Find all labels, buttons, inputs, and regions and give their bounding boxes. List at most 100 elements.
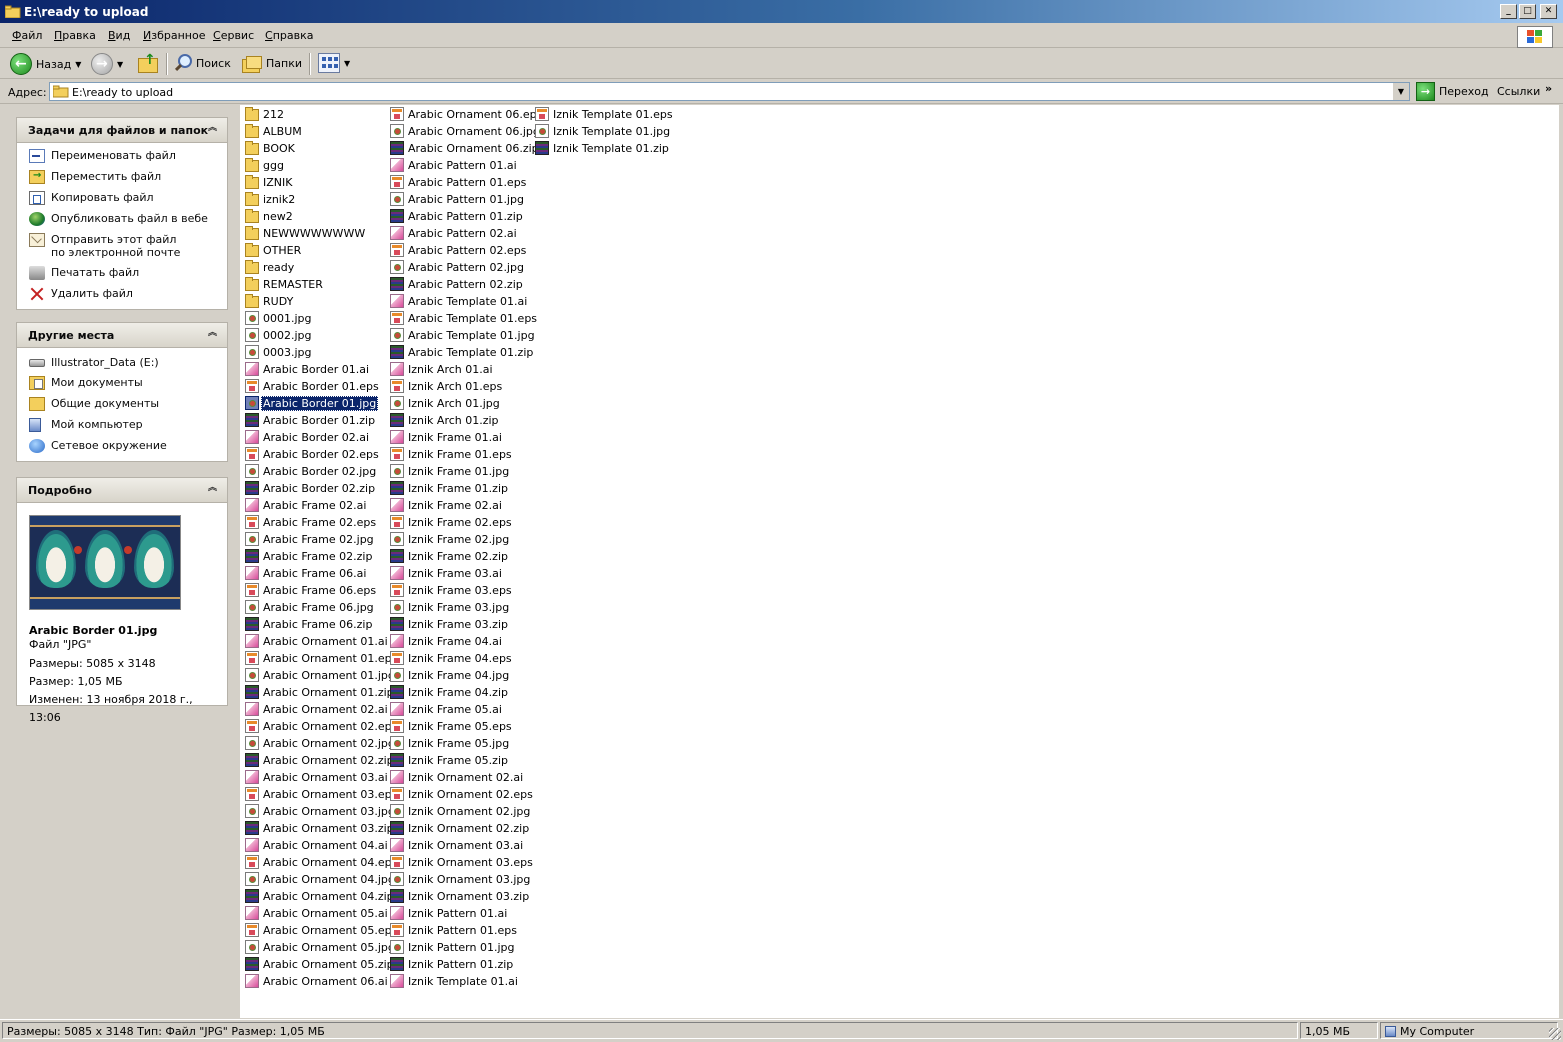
file-item[interactable]: Arabic Ornament 05.zip (245, 956, 396, 972)
file-item[interactable]: Arabic Ornament 01.jpg (245, 667, 397, 683)
file-item[interactable]: Arabic Template 01.ai (390, 293, 529, 309)
folder-item[interactable]: new2 (245, 208, 295, 224)
file-item[interactable]: Iznik Template 01.eps (535, 106, 675, 122)
back-button[interactable]: ← Назад ▼ (10, 53, 81, 75)
file-item[interactable]: Arabic Pattern 01.ai (390, 157, 519, 173)
file-item[interactable]: Arabic Border 01.ai (245, 361, 371, 377)
file-item[interactable]: Arabic Template 01.zip (390, 344, 535, 360)
file-item[interactable]: Iznik Ornament 02.ai (390, 769, 525, 785)
chevron-down-icon[interactable]: ▼ (344, 59, 350, 68)
file-item[interactable]: Arabic Ornament 04.zip (245, 888, 396, 904)
folder-item[interactable]: ggg (245, 157, 286, 173)
place-shared-documents[interactable]: Общие документы (29, 397, 227, 411)
file-item[interactable]: Arabic Ornament 05.eps (245, 922, 399, 938)
file-item[interactable]: Arabic Template 01.eps (390, 310, 539, 326)
file-item[interactable]: Arabic Frame 02.zip (245, 548, 374, 564)
collapse-icon[interactable]: ︽ (206, 327, 219, 340)
menu-edit[interactable]: Правка (54, 29, 96, 42)
file-item[interactable]: Arabic Border 02.ai (245, 429, 371, 445)
file-item[interactable]: Arabic Ornament 06.zip (390, 140, 541, 156)
file-item[interactable]: Arabic Ornament 04.jpg (245, 871, 397, 887)
file-item[interactable]: Iznik Template 01.ai (390, 973, 520, 989)
file-item[interactable]: 0001.jpg (245, 310, 314, 326)
file-item[interactable]: Iznik Frame 03.eps (390, 582, 514, 598)
file-item[interactable]: Arabic Pattern 02.ai (390, 225, 519, 241)
menu-favorites[interactable]: Избранное (143, 29, 205, 42)
file-item[interactable]: Arabic Ornament 01.eps (245, 650, 399, 666)
details-header[interactable]: Подробно ︽ (17, 478, 227, 503)
file-item[interactable]: Iznik Frame 05.jpg (390, 735, 511, 751)
file-item[interactable]: Iznik Frame 05.eps (390, 718, 514, 734)
menu-file[interactable]: Файл (12, 29, 42, 42)
folder-item[interactable]: NEWWWWWWWW (245, 225, 367, 241)
task-move-file[interactable]: Переместить файл (29, 169, 227, 184)
maximize-button[interactable]: □ (1519, 4, 1536, 19)
file-item[interactable]: Iznik Ornament 02.jpg (390, 803, 532, 819)
file-item[interactable]: Arabic Ornament 06.ai (245, 973, 390, 989)
place-drive-e[interactable]: Illustrator_Data (E:) (29, 356, 227, 369)
menu-help[interactable]: Справка (265, 29, 313, 42)
folder-item[interactable]: IZNIK (245, 174, 294, 190)
file-item[interactable]: Arabic Pattern 01.jpg (390, 191, 526, 207)
menu-tools[interactable]: Сервис (213, 29, 254, 42)
folder-item[interactable]: ready (245, 259, 296, 275)
file-item[interactable]: Arabic Pattern 02.jpg (390, 259, 526, 275)
task-copy-file[interactable]: Копировать файл (29, 191, 227, 205)
file-list-area[interactable]: 212 ALBUM BOOK ggg IZNIK iznik2 new2 NEWWWWWWWW… (240, 105, 1559, 1018)
place-my-computer[interactable]: Мой компьютер (29, 418, 227, 432)
links-button[interactable]: Ссылки (1497, 85, 1540, 98)
file-tasks-header[interactable]: Задачи для файлов и папок ︽ (17, 118, 227, 143)
file-item[interactable]: Arabic Ornament 06.eps (390, 106, 544, 122)
folders-button[interactable]: Папки (242, 54, 302, 73)
file-item[interactable]: Iznik Ornament 03.zip (390, 888, 531, 904)
file-item[interactable]: Iznik Frame 02.eps (390, 514, 514, 530)
folder-item[interactable]: OTHER (245, 242, 303, 258)
file-item[interactable]: Iznik Template 01.jpg (535, 123, 672, 139)
views-button[interactable]: ▼ (318, 53, 350, 73)
file-item[interactable]: Iznik Frame 03.ai (390, 565, 504, 581)
file-item[interactable]: Iznik Frame 04.ai (390, 633, 504, 649)
chevron-down-icon[interactable]: ▼ (117, 60, 123, 69)
menu-view[interactable]: Вид (108, 29, 130, 42)
task-email-file[interactable]: Отправить этот файл по электронной почте (29, 233, 227, 259)
go-button[interactable]: → Переход (1416, 82, 1489, 101)
file-item[interactable]: Iznik Frame 04.jpg (390, 667, 511, 683)
file-item[interactable]: Iznik Frame 03.zip (390, 616, 510, 632)
file-item[interactable]: Iznik Pattern 01.ai (390, 905, 509, 921)
place-network[interactable]: Сетевое окружение (29, 439, 227, 453)
folder-item[interactable]: BOOK (245, 140, 297, 156)
close-button[interactable]: ✕ (1540, 4, 1557, 19)
file-item[interactable]: Arabic Ornament 02.eps (245, 718, 399, 734)
file-item[interactable]: Iznik Frame 05.zip (390, 752, 510, 768)
file-item[interactable]: Arabic Pattern 02.zip (390, 276, 525, 292)
file-item[interactable]: Arabic Pattern 01.eps (390, 174, 528, 190)
file-item[interactable]: Arabic Ornament 02.ai (245, 701, 390, 717)
file-item[interactable]: Arabic Ornament 05.jpg (245, 939, 397, 955)
file-item[interactable]: Arabic Border 01.jpg (245, 395, 379, 411)
folder-item[interactable]: 212 (245, 106, 286, 122)
file-item[interactable]: Arabic Ornament 03.ai (245, 769, 390, 785)
task-delete-file[interactable]: Удалить файл (29, 287, 227, 301)
chevron-right-icon[interactable]: » (1545, 82, 1552, 95)
task-publish-web[interactable]: Опубликовать файл в вебе (29, 212, 227, 226)
file-item[interactable]: Arabic Border 01.zip (245, 412, 377, 428)
place-my-documents[interactable]: Мои документы (29, 376, 227, 390)
folder-item[interactable]: ALBUM (245, 123, 304, 139)
file-item[interactable]: Iznik Frame 02.ai (390, 497, 504, 513)
file-item[interactable]: Arabic Template 01.jpg (390, 327, 537, 343)
file-item[interactable]: Iznik Ornament 03.jpg (390, 871, 532, 887)
chevron-down-icon[interactable]: ▼ (1392, 83, 1409, 100)
file-item[interactable]: Arabic Ornament 04.eps (245, 854, 399, 870)
file-item[interactable]: Iznik Arch 01.eps (390, 378, 504, 394)
file-item[interactable]: Iznik Ornament 03.ai (390, 837, 525, 853)
task-print-file[interactable]: Печатать файл (29, 266, 227, 280)
file-item[interactable]: Iznik Frame 01.eps (390, 446, 514, 462)
task-rename-file[interactable]: Переименовать файл (29, 149, 227, 163)
file-item[interactable]: 0002.jpg (245, 327, 314, 343)
file-item[interactable]: Arabic Ornament 03.zip (245, 820, 396, 836)
file-item[interactable]: Iznik Ornament 03.eps (390, 854, 535, 870)
file-item[interactable]: Iznik Frame 05.ai (390, 701, 504, 717)
file-item[interactable]: Arabic Frame 02.jpg (245, 531, 376, 547)
file-item[interactable]: Arabic Ornament 04.ai (245, 837, 390, 853)
file-item[interactable]: Arabic Frame 06.eps (245, 582, 378, 598)
